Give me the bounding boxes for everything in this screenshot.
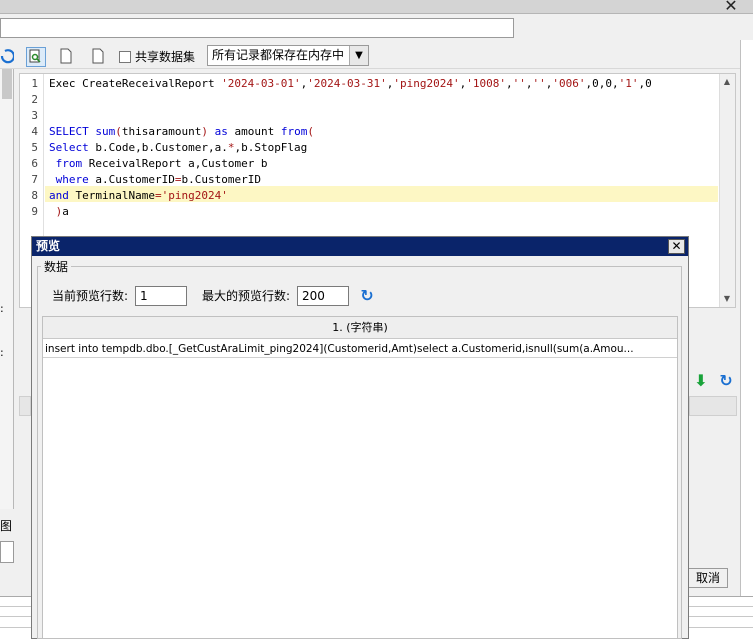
grid-cell[interactable]: insert into tempdb.dbo.[_GetCustAraLimit… — [43, 340, 677, 358]
left-grid-header — [19, 396, 31, 416]
line-number: 8 — [31, 189, 38, 202]
editor-scrollbar[interactable] — [719, 74, 735, 307]
left-label: 图 — [0, 519, 13, 533]
code-line-7: where a.CustomerID=b.CustomerID — [55, 173, 261, 186]
max-rows-label: 最大的预览行数: — [202, 289, 291, 303]
line-number: 6 — [31, 157, 38, 170]
line-number: 3 — [31, 109, 38, 122]
refresh-icon[interactable]: ↻ — [358, 286, 376, 306]
code-line-4: SELECT sum(thisaramount) as amount from( — [49, 125, 314, 138]
line-number: 1 — [31, 77, 38, 90]
share-dataset-label: 共享数据集 — [135, 50, 196, 64]
path-input[interactable] — [0, 18, 514, 38]
left-input[interactable] — [0, 541, 14, 563]
dialog-title-bar[interactable] — [32, 237, 688, 256]
toolbar — [0, 43, 741, 69]
line-number: 7 — [31, 173, 38, 186]
current-rows-input[interactable]: 1 — [135, 286, 187, 306]
green-down-arrow-icon[interactable]: ⬇ — [693, 372, 709, 390]
preview-icon[interactable] — [26, 47, 46, 67]
line-number: 2 — [31, 93, 38, 106]
left-scrollbar[interactable] — [2, 69, 12, 99]
data-group-label: 数据 — [41, 259, 72, 275]
line-number: 4 — [31, 125, 38, 138]
code-line-1: Exec CreateReceivalReport '2024-03-01','… — [49, 77, 652, 90]
preview-grid — [42, 316, 678, 639]
cancel-button[interactable]: 取消 — [688, 568, 728, 588]
new-document-icon[interactable] — [58, 47, 76, 65]
right-panel — [740, 40, 753, 639]
chevron-down-icon[interactable]: ▼ — [349, 46, 368, 65]
max-rows-input[interactable]: 200 — [297, 286, 349, 306]
code-line-6: from ReceivalReport a,Customer b — [55, 157, 268, 170]
cache-mode-value: 所有记录都保存在内存中 — [212, 48, 345, 62]
close-icon[interactable]: ✕ — [722, 0, 740, 15]
code-line-8: and TerminalName='ping2024' — [49, 189, 228, 202]
current-rows-label: 当前预览行数: — [52, 289, 129, 303]
refresh-icon[interactable]: ↻ — [717, 372, 735, 390]
line-number: 9 — [31, 205, 38, 218]
dialog-close-icon[interactable]: ✕ — [668, 239, 685, 254]
grid-column-header[interactable]: 1. (字符串) — [43, 317, 677, 339]
dialog-title: 预览 — [36, 239, 61, 253]
left-colon-1: : — [0, 302, 4, 315]
document-icon[interactable] — [90, 47, 108, 65]
right-grid-header — [689, 396, 737, 416]
left-panel — [0, 69, 14, 509]
line-number: 5 — [31, 141, 38, 154]
scroll-down-icon[interactable]: ▼ — [719, 291, 735, 307]
left-colon-2: : — [0, 346, 4, 359]
share-dataset-checkbox[interactable] — [119, 51, 131, 63]
window-title-bar — [0, 0, 753, 14]
code-line-5: Select b.Code,b.Customer,a.*,b.StopFlag — [49, 141, 308, 154]
scroll-up-icon[interactable]: ▲ — [719, 74, 735, 90]
code-line-9: )a — [55, 205, 69, 218]
refresh-icon[interactable] — [0, 47, 18, 65]
